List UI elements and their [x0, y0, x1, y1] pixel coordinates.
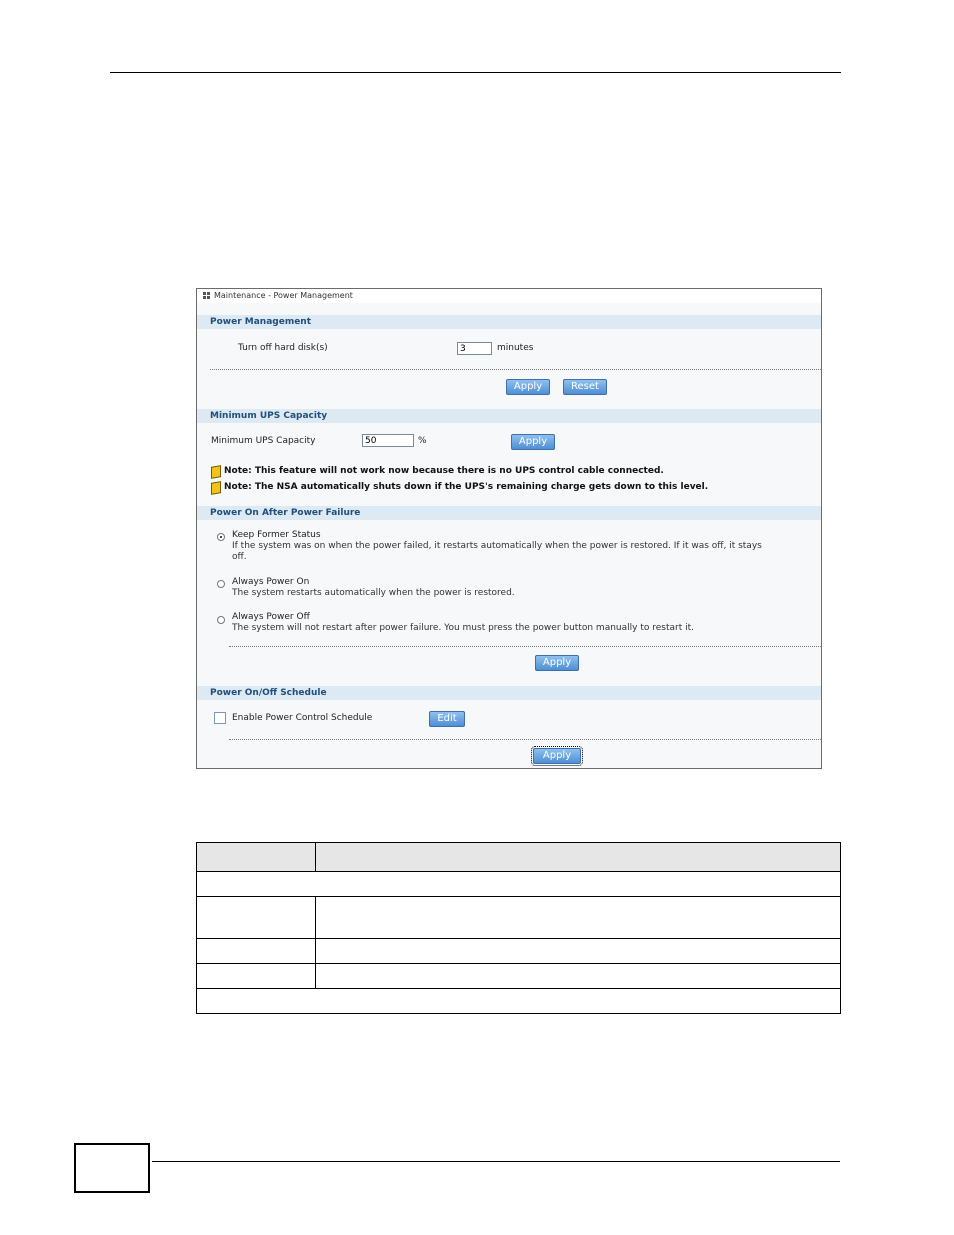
always-power-off-desc: The system will not restart after power …: [232, 623, 694, 633]
power-reset-button[interactable]: Reset: [563, 379, 607, 395]
table-cell: [315, 963, 841, 989]
always-power-off-label: Always Power Off: [232, 612, 310, 622]
table-header-cell: [315, 842, 841, 872]
keep-former-status-label: Keep Former Status: [232, 530, 321, 540]
grip-icon: [203, 292, 210, 299]
field-description-table: [196, 842, 841, 1014]
ups-capacity-input[interactable]: 50: [362, 434, 414, 447]
enable-schedule-label: Enable Power Control Schedule: [232, 713, 373, 723]
ups-note-cable: Note: This feature will not work now bec…: [211, 465, 664, 477]
panel-body: Power Management Turn off hard disk(s) 3…: [197, 303, 821, 768]
table-cell: [315, 938, 841, 964]
breadcrumb: Maintenance - Power Management: [203, 291, 353, 300]
section-ups: Minimum UPS Capacity: [197, 409, 821, 423]
minutes-unit: minutes: [497, 343, 534, 353]
divider: [210, 369, 821, 370]
section-power-management: Power Management: [197, 315, 821, 329]
always-power-on-desc: The system restarts automatically when t…: [232, 588, 515, 598]
enable-schedule-checkbox[interactable]: [214, 712, 226, 724]
divider: [229, 646, 821, 647]
section-power-on-after-failure: Power On After Power Failure: [197, 506, 821, 520]
divider: [229, 739, 821, 740]
power-apply-button[interactable]: Apply: [506, 379, 550, 395]
table-row: [196, 963, 841, 989]
header-rule: [110, 72, 841, 73]
radio-always-power-on[interactable]: [217, 580, 225, 588]
table-row: [196, 896, 841, 939]
schedule-apply-button[interactable]: Apply: [531, 746, 583, 766]
keep-former-status-desc-cont: off.: [232, 552, 247, 562]
keep-former-status-desc: If the system was on when the power fail…: [232, 541, 762, 551]
table-cell: [196, 896, 316, 939]
power-on-apply-button[interactable]: Apply: [535, 655, 579, 671]
table-header-cell: [196, 842, 316, 872]
radio-always-power-off[interactable]: [217, 616, 225, 624]
table-header-row: [196, 842, 841, 872]
section-schedule: Power On/Off Schedule: [197, 686, 821, 700]
page-number-box: [74, 1143, 150, 1193]
table-cell: [196, 938, 316, 964]
schedule-edit-button[interactable]: Edit: [429, 711, 465, 727]
breadcrumb-label: Maintenance - Power Management: [214, 291, 353, 300]
table-cell: [196, 871, 841, 897]
note-icon: [211, 465, 221, 477]
always-power-on-label: Always Power On: [232, 577, 310, 587]
table-cell: [315, 896, 841, 939]
power-management-screenshot: Maintenance - Power Management Power Man…: [196, 288, 822, 769]
table-row: [196, 938, 841, 964]
note-icon: [211, 481, 221, 493]
ups-percent-unit: %: [418, 436, 427, 446]
ups-note-shutdown: Note: The NSA automatically shuts down i…: [211, 481, 708, 493]
table-row: [196, 871, 841, 897]
ups-label: Minimum UPS Capacity: [211, 436, 316, 446]
footer-rule: [152, 1161, 840, 1162]
table-cell: [196, 988, 841, 1014]
ups-apply-button[interactable]: Apply: [511, 434, 555, 450]
table-cell: [196, 963, 316, 989]
turn-off-label: Turn off hard disk(s): [238, 343, 328, 353]
turn-off-minutes-input[interactable]: 3: [457, 342, 492, 355]
table-row: [196, 988, 841, 1014]
radio-keep-former-status[interactable]: [217, 533, 225, 541]
